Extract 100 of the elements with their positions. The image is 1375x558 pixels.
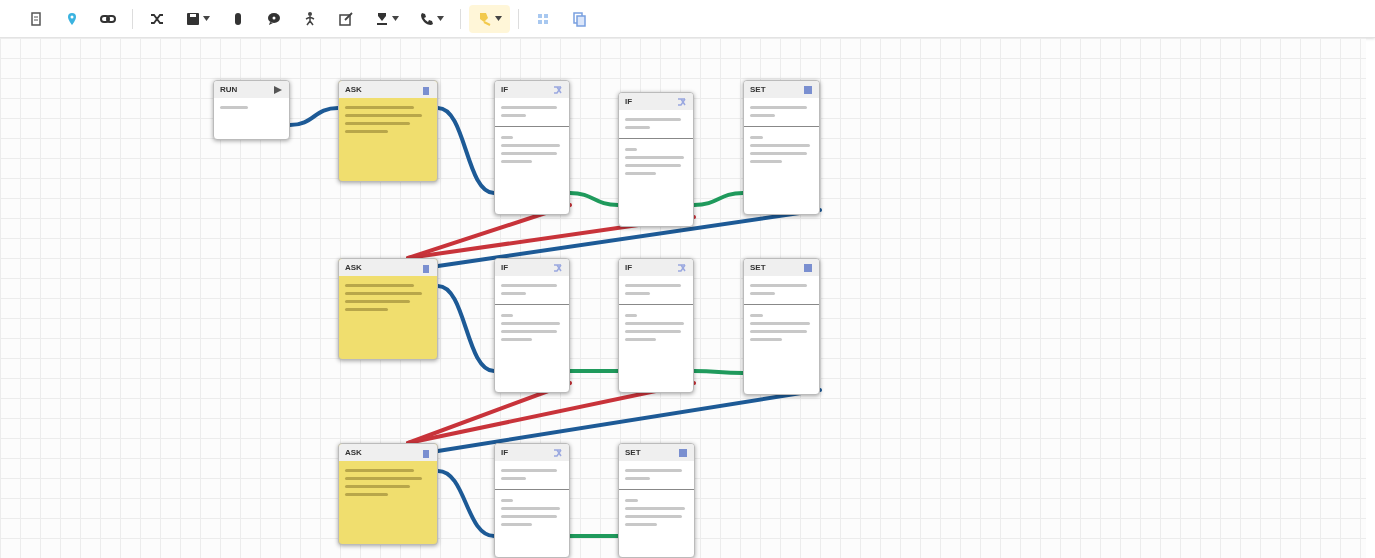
condition-node[interactable]: IF bbox=[494, 80, 570, 215]
node-type-label: IF bbox=[501, 446, 509, 459]
node-type-label: IF bbox=[501, 83, 509, 96]
illegible-text-line bbox=[625, 292, 650, 295]
connector[interactable] bbox=[568, 191, 620, 207]
illegible-text-line bbox=[501, 114, 526, 117]
illegible-text-line bbox=[345, 284, 414, 287]
set-node[interactable]: SET bbox=[743, 80, 820, 215]
node-type-label: ASK bbox=[345, 261, 362, 274]
ask-node[interactable]: ASK bbox=[338, 258, 438, 360]
illegible-text-line bbox=[750, 322, 810, 325]
edit-icon bbox=[338, 10, 354, 27]
square-icon[interactable] bbox=[803, 262, 813, 273]
play-icon[interactable] bbox=[273, 84, 283, 95]
illegible-text-line bbox=[750, 114, 776, 117]
illegible-text-line bbox=[625, 469, 682, 472]
node-type-label: IF bbox=[501, 261, 509, 274]
illegible-text-line bbox=[501, 160, 532, 163]
illegible-text-line bbox=[625, 338, 656, 341]
illegible-text-line bbox=[501, 284, 557, 287]
illegible-text-line bbox=[750, 106, 807, 109]
illegible-text-line bbox=[345, 485, 410, 488]
illegible-text-line bbox=[625, 477, 651, 480]
connector[interactable] bbox=[436, 106, 496, 195]
illegible-text-line bbox=[345, 122, 410, 125]
caret-icon bbox=[203, 16, 210, 21]
run-node[interactable]: RUN bbox=[213, 80, 290, 140]
illegible-text-line bbox=[501, 144, 560, 147]
illegible-text-line bbox=[750, 330, 807, 333]
illegible-text-line bbox=[750, 292, 776, 295]
node-type-label: RUN bbox=[220, 83, 238, 96]
illegible-text-line bbox=[625, 515, 682, 518]
connector[interactable] bbox=[692, 369, 745, 375]
save-icon bbox=[185, 10, 201, 27]
node-type-label: SET bbox=[750, 83, 766, 96]
illegible-text-line bbox=[750, 152, 807, 155]
illegible-text-line bbox=[625, 507, 685, 510]
caret-icon bbox=[437, 16, 444, 21]
illegible-text-line bbox=[501, 515, 557, 518]
set-node[interactable]: SET bbox=[743, 258, 820, 395]
illegible-text-line bbox=[625, 523, 657, 526]
illegible-text-line bbox=[625, 118, 681, 121]
download-icon bbox=[374, 10, 390, 27]
illegible-text-line bbox=[625, 164, 681, 167]
illegible-text-line bbox=[750, 284, 807, 287]
connector[interactable] bbox=[406, 381, 696, 445]
illegible-text-line bbox=[345, 106, 414, 109]
node-type-label: SET bbox=[625, 446, 641, 459]
condition-node[interactable]: IF bbox=[618, 92, 694, 227]
connector[interactable] bbox=[288, 106, 340, 127]
speech-bubble-icon bbox=[266, 10, 282, 27]
square-icon[interactable] bbox=[678, 447, 688, 458]
illegible-text-line bbox=[750, 160, 782, 163]
illegible-text-line bbox=[625, 322, 684, 325]
connector[interactable] bbox=[436, 388, 822, 453]
node-type-label: IF bbox=[625, 261, 633, 274]
illegible-text-line bbox=[501, 330, 557, 333]
caret-icon bbox=[495, 16, 502, 21]
illegible-text-line bbox=[750, 338, 782, 341]
connector[interactable] bbox=[568, 534, 620, 538]
copy-icon bbox=[571, 10, 587, 27]
set-node[interactable]: SET bbox=[618, 443, 695, 558]
illegible-text-line bbox=[345, 308, 388, 311]
illegible-text-line bbox=[501, 477, 526, 480]
connector[interactable] bbox=[436, 469, 496, 538]
illegible-text-line bbox=[501, 523, 532, 526]
illegible-text-line bbox=[625, 126, 650, 129]
condition-node[interactable]: IF bbox=[494, 443, 570, 558]
illegible-text-line bbox=[501, 106, 557, 109]
illegible-text-line bbox=[345, 130, 388, 133]
illegible-text-line bbox=[625, 156, 684, 159]
illegible-text-line bbox=[625, 172, 656, 175]
illegible-text-line bbox=[501, 292, 526, 295]
phone-icon bbox=[419, 10, 435, 27]
caret-icon bbox=[392, 16, 399, 21]
illegible-text-line bbox=[345, 300, 410, 303]
illegible-text-line bbox=[501, 322, 560, 325]
node-type-label: ASK bbox=[345, 446, 362, 459]
ask-node[interactable]: ASK bbox=[338, 443, 438, 545]
illegible-text-line bbox=[345, 469, 414, 472]
illegible-text-line bbox=[220, 106, 249, 109]
connector[interactable] bbox=[692, 191, 745, 207]
illegible-text-line bbox=[501, 469, 557, 472]
illegible-text-line bbox=[501, 338, 532, 341]
highlighter-icon bbox=[477, 10, 493, 27]
square-icon[interactable] bbox=[803, 84, 813, 95]
illegible-text-line bbox=[501, 152, 557, 155]
illegible-text-line bbox=[625, 330, 681, 333]
ask-node[interactable]: ASK bbox=[338, 80, 438, 182]
illegible-text-line bbox=[501, 507, 560, 510]
document-icon bbox=[28, 10, 44, 27]
node-type-label: IF bbox=[625, 95, 633, 108]
illegible-text-line bbox=[750, 144, 810, 147]
connector[interactable] bbox=[436, 284, 496, 373]
node-type-label: SET bbox=[750, 261, 766, 274]
condition-node[interactable]: IF bbox=[494, 258, 570, 393]
condition-node[interactable]: IF bbox=[618, 258, 694, 393]
connector[interactable] bbox=[568, 369, 620, 373]
connector[interactable] bbox=[436, 208, 822, 268]
illegible-text-line bbox=[345, 493, 388, 496]
